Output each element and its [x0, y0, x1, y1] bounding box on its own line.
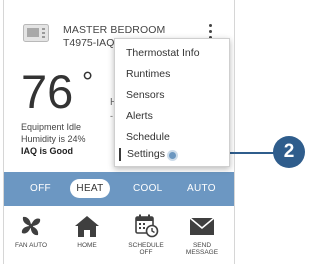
send-message-button[interactable]: SEND MESSAGE — [177, 214, 227, 256]
home-label: HOME — [77, 242, 97, 249]
dropdown-menu: Thermostat Info Runtimes Sensors Alerts … — [114, 38, 230, 167]
fan-icon — [21, 216, 41, 236]
mode-bar: OFF HEAT COOL AUTO — [4, 172, 234, 206]
home-icon — [75, 216, 99, 237]
mode-off-button[interactable]: OFF — [30, 183, 51, 194]
fan-label: FAN AUTO — [14, 242, 48, 249]
schedule-button[interactable]: SCHEDULE OFF — [121, 214, 171, 256]
home-button[interactable]: HOME — [62, 214, 112, 249]
equipment-status: Equipment Idle — [21, 122, 82, 132]
step-callout-badge: 2 — [273, 136, 305, 168]
action-bar: FAN AUTO HOME SCHEDULE OFF SEND MESSAGE — [4, 206, 234, 264]
fan-button[interactable]: FAN AUTO — [6, 214, 56, 249]
send-message-label-line2: MESSAGE — [185, 249, 219, 256]
settings-highlight-dot — [169, 152, 176, 159]
send-message-label-line1: SEND — [192, 242, 212, 249]
menu-item-runtimes[interactable]: Runtimes — [126, 68, 170, 80]
obscured-setpoint-value: - — [110, 111, 113, 121]
envelope-icon — [189, 217, 215, 235]
iaq-status: IAQ is Good — [21, 146, 74, 156]
menu-item-sensors[interactable]: Sensors — [126, 89, 165, 101]
schedule-label-line1: SCHEDULE — [128, 242, 164, 249]
menu-item-thermostat-info[interactable]: Thermostat Info — [126, 47, 200, 59]
menu-item-settings[interactable]: Settings — [119, 148, 165, 161]
thermostat-device-icon — [23, 24, 49, 42]
current-temperature: 76 — [21, 65, 74, 118]
device-model: T4975-IAQ — [63, 37, 115, 49]
menu-item-schedule[interactable]: Schedule — [126, 131, 170, 143]
degree-symbol: ° — [82, 66, 94, 97]
mode-heat-button[interactable]: HEAT — [70, 179, 110, 198]
humidity-status: Humidity is 24% — [21, 134, 86, 144]
mode-auto-button[interactable]: AUTO — [187, 183, 216, 194]
room-name: MASTER BEDROOM — [63, 24, 166, 36]
menu-item-alerts[interactable]: Alerts — [126, 110, 153, 122]
mode-cool-button[interactable]: COOL — [133, 183, 163, 194]
schedule-label-line2: OFF — [139, 249, 153, 256]
calendar-clock-icon — [135, 214, 159, 238]
thermostat-card: MASTER BEDROOM T4975-IAQ 76 ° H - Equipm… — [3, 0, 235, 264]
